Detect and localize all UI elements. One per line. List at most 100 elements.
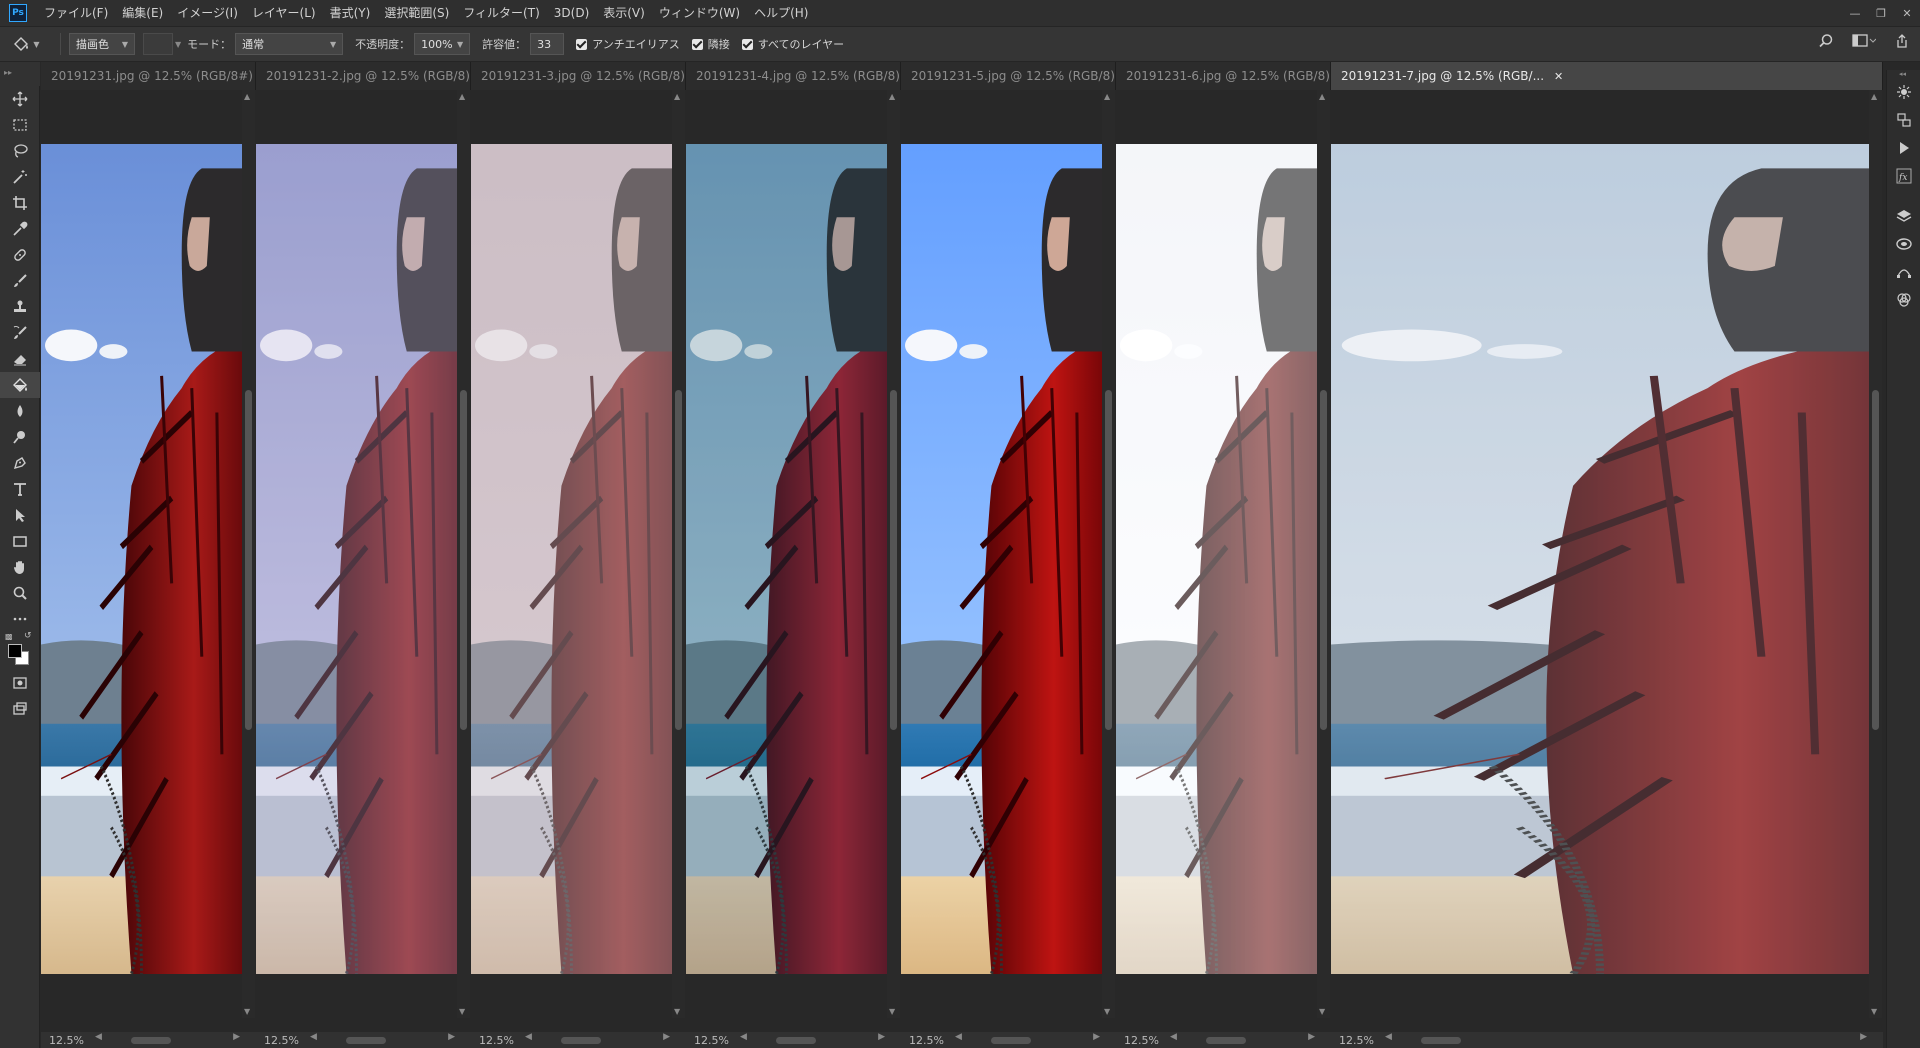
- scroll-thumb[interactable]: [675, 390, 682, 730]
- menu-item[interactable]: ファイル(F): [37, 0, 115, 26]
- zoom-level[interactable]: 12.5%: [1331, 1034, 1381, 1047]
- more-tools-button[interactable]: [0, 606, 40, 632]
- horizontal-scrollbar[interactable]: ◀ ▶: [951, 1032, 1100, 1046]
- menu-item[interactable]: 編集(E): [115, 0, 170, 26]
- document-canvas[interactable]: [471, 90, 672, 1018]
- scroll-up-icon[interactable]: ▲: [1104, 92, 1110, 101]
- panel-button-history[interactable]: [1887, 106, 1920, 134]
- document-canvas[interactable]: [686, 90, 887, 1018]
- horizontal-scrollbar[interactable]: ◀ ▶: [91, 1032, 240, 1046]
- share-icon[interactable]: [1894, 33, 1910, 49]
- horizontal-scrollbar[interactable]: ◀ ▶: [736, 1032, 885, 1046]
- opacity-field[interactable]: 100% ▼: [414, 33, 471, 55]
- scroll-right-icon[interactable]: ▶: [1093, 1032, 1100, 1042]
- lasso-tool[interactable]: [0, 138, 40, 164]
- scroll-down-icon[interactable]: ▼: [1871, 1007, 1877, 1016]
- paint-bucket-tool[interactable]: [0, 372, 40, 398]
- menu-item[interactable]: イメージ(I): [170, 0, 245, 26]
- scroll-left-icon[interactable]: ◀: [310, 1032, 317, 1042]
- scroll-down-icon[interactable]: ▼: [1319, 1007, 1325, 1016]
- document-canvas[interactable]: [901, 90, 1102, 1018]
- expand-panels-icon[interactable]: ◂◂: [1887, 70, 1920, 78]
- scroll-right-icon[interactable]: ▶: [233, 1032, 240, 1042]
- scroll-thumb[interactable]: [991, 1037, 1031, 1044]
- zoom-level[interactable]: 12.5%: [256, 1034, 306, 1047]
- document-tab[interactable]: 20191231-7.jpg @ 12.5% (RGB/... ✕: [1331, 62, 1883, 90]
- tool-preset-picker[interactable]: ▼: [0, 35, 52, 53]
- swap-colors-icon[interactable]: ↺: [24, 631, 32, 641]
- menu-item[interactable]: 表示(V): [596, 0, 652, 26]
- scroll-right-icon[interactable]: ▶: [448, 1032, 455, 1042]
- hand-tool[interactable]: [0, 554, 40, 580]
- scroll-thumb[interactable]: [1872, 390, 1879, 730]
- scroll-thumb[interactable]: [1421, 1037, 1461, 1044]
- scroll-down-icon[interactable]: ▼: [889, 1007, 895, 1016]
- zoom-level[interactable]: 12.5%: [686, 1034, 736, 1047]
- tolerance-field[interactable]: 33: [530, 33, 565, 55]
- document-tab[interactable]: 20191231-5.jpg @ 12.5% (RGB/8) ✕: [901, 62, 1116, 90]
- document-tab[interactable]: 20191231-3.jpg @ 12.5% (RGB/8) ✕: [471, 62, 686, 90]
- panel-button-channels[interactable]: [1887, 286, 1920, 314]
- scroll-thumb[interactable]: [245, 390, 252, 730]
- scroll-thumb[interactable]: [1320, 390, 1327, 730]
- eyedropper-tool[interactable]: [0, 216, 40, 242]
- pattern-picker[interactable]: [143, 33, 173, 55]
- brush-tool[interactable]: [0, 268, 40, 294]
- scroll-left-icon[interactable]: ◀: [1170, 1032, 1177, 1042]
- pen-tool[interactable]: [0, 450, 40, 476]
- scroll-up-icon[interactable]: ▲: [244, 92, 250, 101]
- restore-button[interactable]: ❐: [1868, 0, 1894, 26]
- minimize-button[interactable]: —: [1842, 0, 1868, 26]
- default-colors-icon[interactable]: ▩: [5, 632, 13, 641]
- marquee-tool[interactable]: [0, 112, 40, 138]
- foreground-color-swatch[interactable]: [8, 644, 22, 658]
- zoom-level[interactable]: 12.5%: [901, 1034, 951, 1047]
- scroll-thumb[interactable]: [1105, 390, 1112, 730]
- scroll-left-icon[interactable]: ◀: [740, 1032, 747, 1042]
- all-layers-checkbox[interactable]: すべてのレイヤー: [741, 36, 844, 52]
- panel-button-libraries[interactable]: [1887, 230, 1920, 258]
- menu-item[interactable]: フィルター(T): [456, 0, 546, 26]
- antialias-checkbox[interactable]: アンチエイリアス: [576, 36, 680, 52]
- horizontal-scrollbar[interactable]: ◀ ▶: [521, 1032, 670, 1046]
- document-tab[interactable]: 20191231-4.jpg @ 12.5% (RGB/8) ✕: [686, 62, 901, 90]
- scroll-down-icon[interactable]: ▼: [459, 1007, 465, 1016]
- healing-brush-tool[interactable]: [0, 242, 40, 268]
- panel-button-paths[interactable]: [1887, 258, 1920, 286]
- move-tool[interactable]: [0, 86, 40, 112]
- scroll-thumb[interactable]: [346, 1037, 386, 1044]
- panel-button-adjust[interactable]: [1887, 78, 1920, 106]
- panel-button-styles[interactable]: fx: [1887, 162, 1920, 190]
- document-canvas[interactable]: [41, 90, 242, 1018]
- document-canvas[interactable]: [1116, 90, 1317, 1018]
- document-tab[interactable]: 20191231.jpg @ 12.5% (RGB/8#) ✕: [41, 62, 256, 90]
- horizontal-scrollbar[interactable]: ◀ ▶: [306, 1032, 455, 1046]
- contiguous-checkbox[interactable]: 隣接: [691, 36, 730, 52]
- scroll-up-icon[interactable]: ▲: [1319, 92, 1325, 101]
- horizontal-scrollbar[interactable]: ◀ ▶: [1381, 1032, 1867, 1046]
- scroll-up-icon[interactable]: ▲: [889, 92, 895, 101]
- menu-item[interactable]: 選択範囲(S): [377, 0, 456, 26]
- history-brush-tool[interactable]: [0, 320, 40, 346]
- panel-button-actions[interactable]: [1887, 134, 1920, 162]
- workspace-icon[interactable]: [1852, 33, 1876, 49]
- scroll-right-icon[interactable]: ▶: [1860, 1032, 1867, 1042]
- scroll-thumb[interactable]: [1206, 1037, 1246, 1044]
- scroll-down-icon[interactable]: ▼: [674, 1007, 680, 1016]
- vertical-scrollbar[interactable]: ▲ ▼: [457, 90, 470, 1018]
- scroll-thumb[interactable]: [890, 390, 897, 730]
- panel-button-layers[interactable]: [1887, 202, 1920, 230]
- scroll-left-icon[interactable]: ◀: [95, 1032, 102, 1042]
- dodge-tool[interactable]: [0, 424, 40, 450]
- menu-item[interactable]: レイヤー(L): [245, 0, 323, 26]
- clone-stamp-tool[interactable]: [0, 294, 40, 320]
- scroll-left-icon[interactable]: ◀: [1385, 1032, 1392, 1042]
- document-tab[interactable]: 20191231-6.jpg @ 12.5% (RGB/8) ✕: [1116, 62, 1331, 90]
- toolbar-grip[interactable]: ▸▸: [0, 62, 40, 86]
- scroll-down-icon[interactable]: ▼: [1104, 1007, 1110, 1016]
- path-selection-tool[interactable]: [0, 502, 40, 528]
- scroll-left-icon[interactable]: ◀: [525, 1032, 532, 1042]
- scroll-thumb[interactable]: [776, 1037, 816, 1044]
- menu-item[interactable]: ヘルプ(H): [747, 0, 815, 26]
- zoom-level[interactable]: 12.5%: [471, 1034, 521, 1047]
